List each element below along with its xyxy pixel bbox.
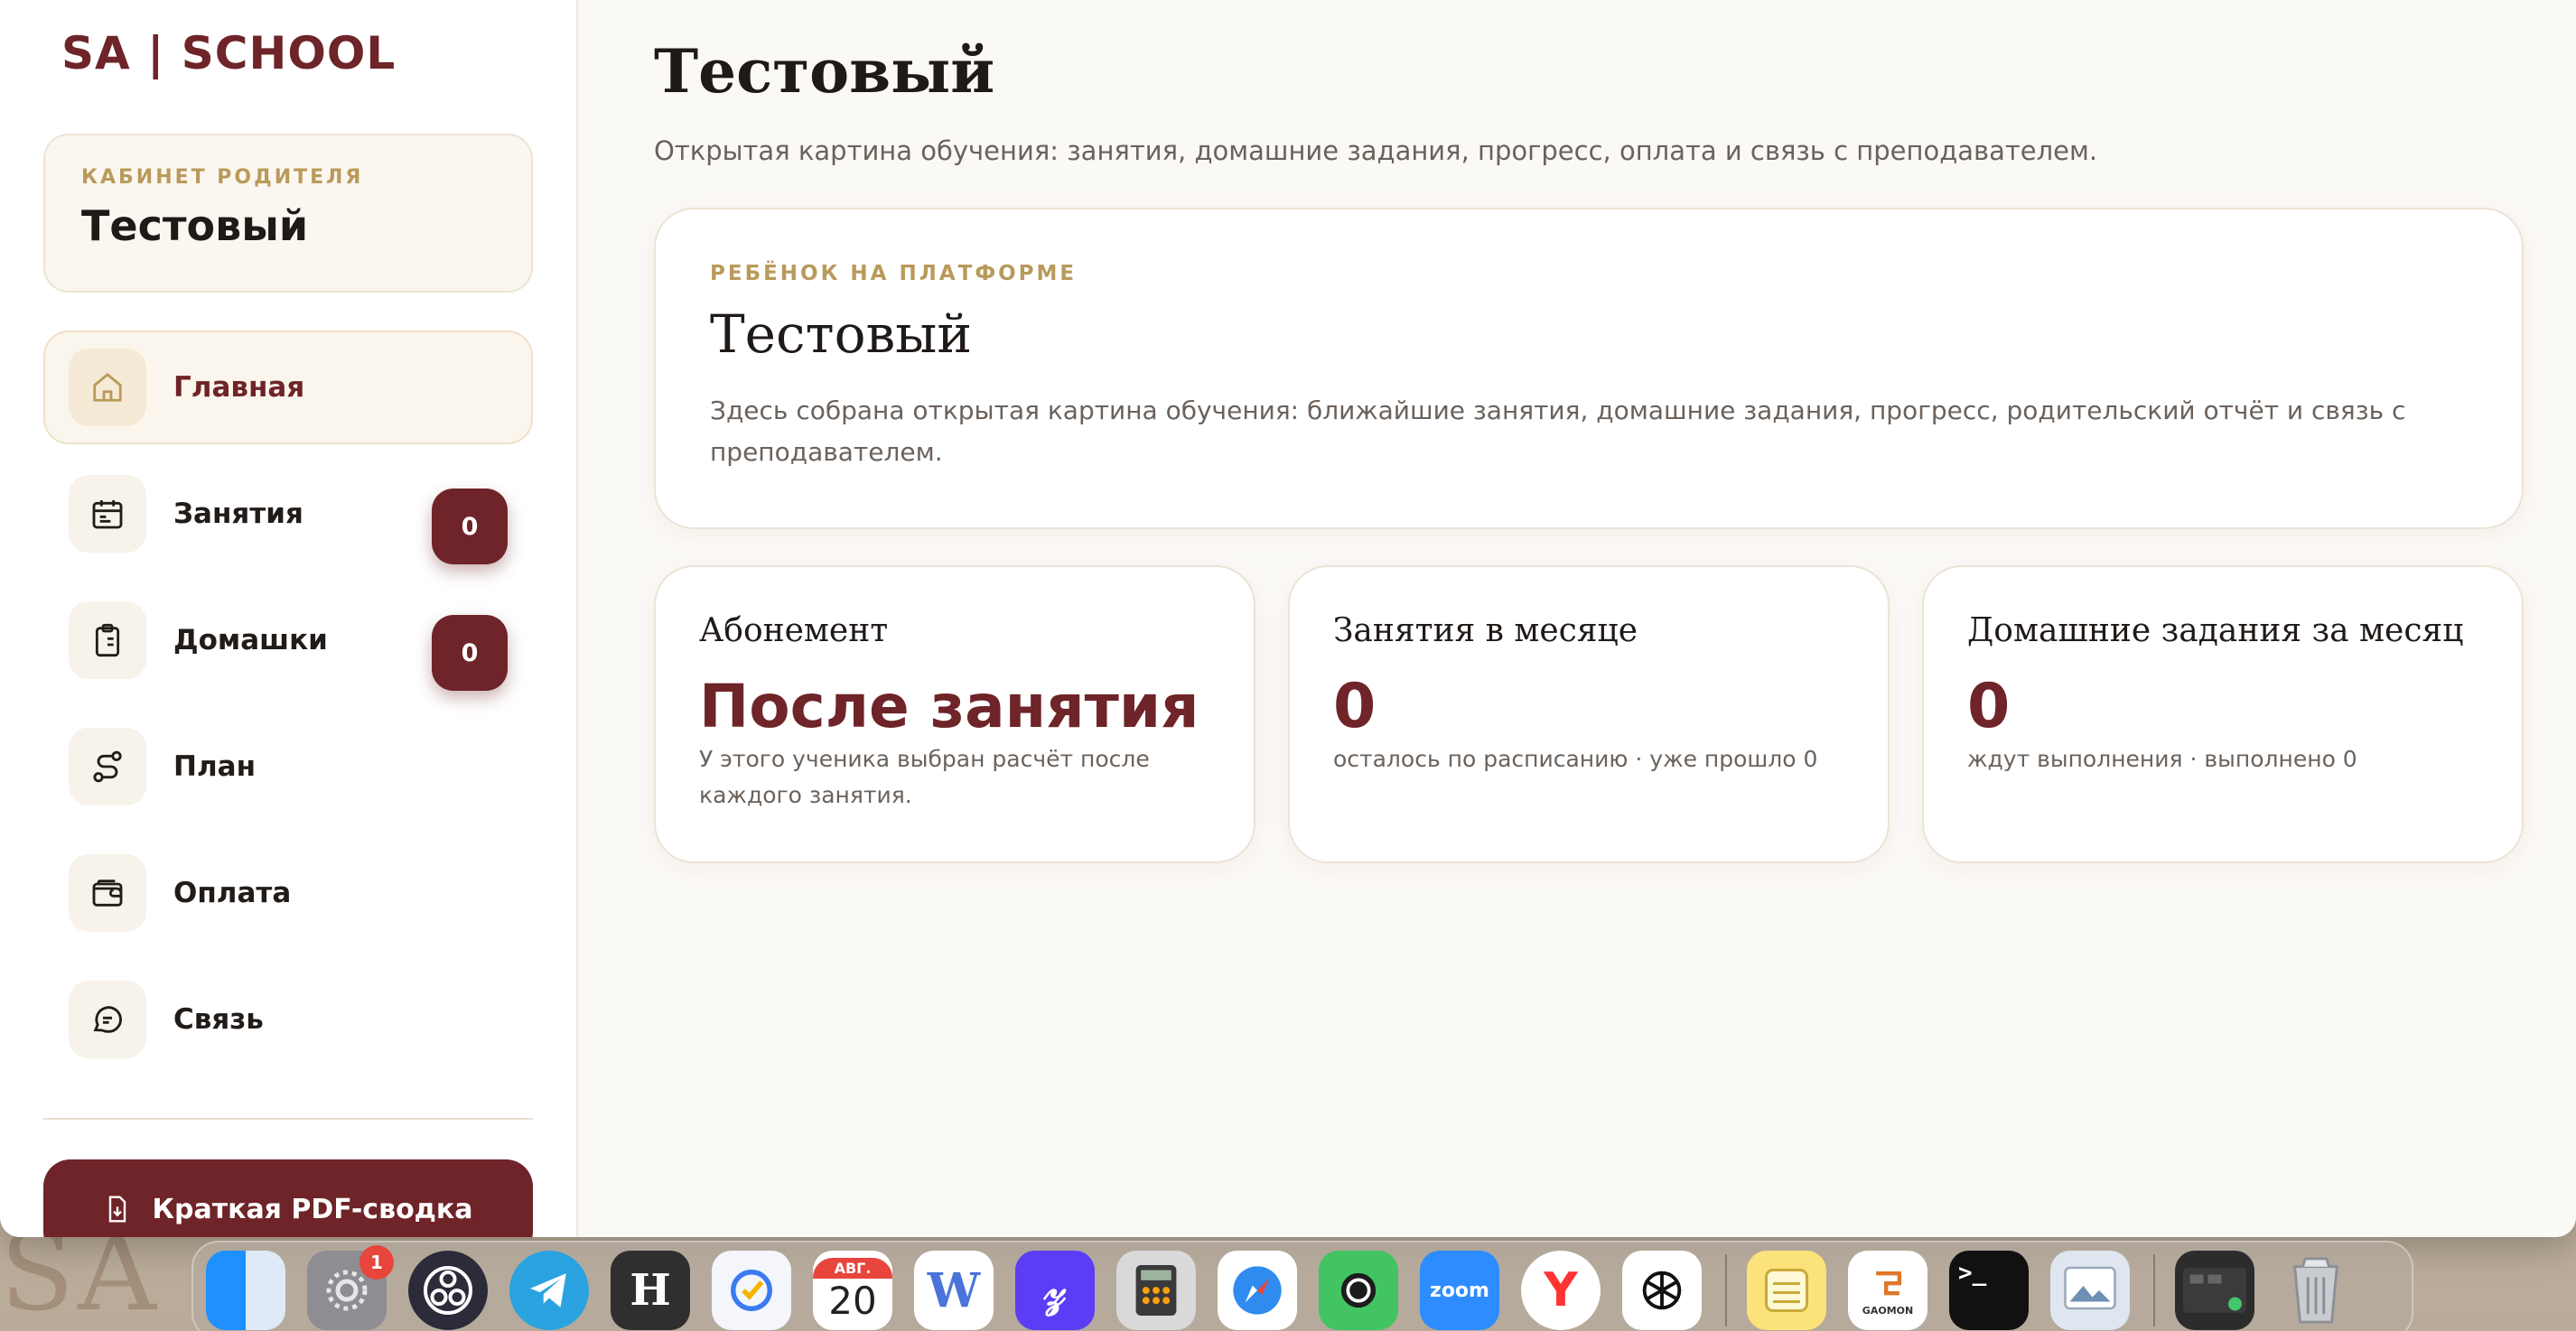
pdf-summary-button[interactable]: Краткая PDF-сводка (43, 1159, 533, 1237)
calculator-icon[interactable] (1116, 1251, 1196, 1330)
sidebar-item-homework[interactable]: Домашки 0 (43, 583, 533, 697)
dock-separator (1725, 1254, 1727, 1326)
stat-value: 0 (1967, 671, 2011, 742)
stat-label: Занятия в месяце (1333, 612, 1638, 649)
zoom-icon[interactable]: zoom (1420, 1251, 1499, 1330)
stat-value: После занятия (699, 672, 1199, 741)
homework-count-badge: 0 (432, 615, 508, 691)
notes-icon[interactable] (1747, 1251, 1826, 1330)
obs-icon[interactable] (408, 1251, 488, 1330)
stat-note: ждут выполнения · выполнено 0 (1967, 746, 2357, 772)
wallet-icon (69, 854, 146, 932)
stat-label: Домашние задания за месяц (1967, 612, 2464, 649)
pen-app-icon[interactable]: 𝓏 (1015, 1251, 1095, 1330)
calendar-app-icon[interactable]: АВГ. 20 (813, 1251, 892, 1330)
stat-label: Абонемент (699, 612, 889, 649)
macos-dock: 1 H АВГ. 20 W 𝓏 zoom Y GAOMON >_ (191, 1241, 2413, 1331)
tasks-icon[interactable] (712, 1251, 791, 1330)
chat-icon (69, 981, 146, 1058)
parent-account-card: КАБИНЕТ РОДИТЕЛЯ Тестовый (43, 134, 533, 293)
terminal-icon[interactable]: >_ (1949, 1251, 2029, 1330)
sidebar-item-plan[interactable]: План (43, 710, 533, 824)
preview-icon[interactable] (2050, 1251, 2130, 1330)
lessons-count-badge: 0 (432, 489, 508, 564)
sidebar: SA | SCHOOL КАБИНЕТ РОДИТЕЛЯ Тестовый Гл… (0, 0, 578, 1237)
sidebar-item-label: Занятия (173, 498, 303, 530)
child-overview-card: РЕБЁНОК НА ПЛАТФОРМЕ Тестовый Здесь собр… (654, 208, 2524, 529)
stat-note: осталось по расписанию · уже прошло 0 (1333, 746, 1818, 772)
calendar-month-label: АВГ. (813, 1258, 892, 1279)
sidebar-item-label: Связь (173, 1003, 264, 1036)
app-window: SA | SCHOOL КАБИНЕТ РОДИТЕЛЯ Тестовый Гл… (0, 0, 2576, 1237)
page-subtitle: Открытая картина обучения: занятия, дома… (654, 135, 2098, 166)
homework-month-stat-card: Домашние задания за месяц 0 ждут выполне… (1922, 565, 2524, 863)
home-icon (69, 349, 146, 426)
stat-value: 0 (1333, 671, 1377, 742)
route-icon (69, 728, 146, 805)
child-card-title: Тестовый (710, 303, 972, 365)
settings-notification-badge: 1 (359, 1245, 394, 1280)
clipboard-icon (69, 601, 146, 679)
lessons-month-stat-card: Занятия в месяце 0 осталось по расписани… (1288, 565, 1890, 863)
subscription-stat-card: Абонемент После занятия У этого ученика … (654, 565, 1255, 863)
sidebar-item-payment[interactable]: Оплата (43, 836, 533, 950)
gaomon-icon[interactable]: GAOMON (1848, 1251, 1927, 1330)
sidebar-divider (43, 1118, 533, 1120)
stat-note: У этого ученика выбран расчёт после кажд… (699, 746, 1150, 808)
telegram-icon[interactable] (509, 1251, 589, 1330)
sidebar-item-home[interactable]: Главная (43, 330, 533, 444)
parent-card-name: Тестовый (81, 201, 309, 250)
word-icon[interactable]: W (914, 1251, 994, 1330)
pdf-summary-label: Краткая PDF-сводка (152, 1193, 473, 1225)
gaomon-label: GAOMON (1862, 1304, 1914, 1317)
calendar-icon (69, 475, 146, 553)
sidebar-item-label: Оплата (173, 877, 292, 909)
sidebar-item-label: Домашки (173, 624, 328, 656)
parent-card-kicker: КАБИНЕТ РОДИТЕЛЯ (81, 166, 364, 189)
sidebar-item-label: Главная (173, 371, 305, 404)
sidebar-item-label: План (173, 750, 256, 783)
finder-icon[interactable] (206, 1251, 285, 1330)
system-settings-icon[interactable]: 1 (307, 1245, 394, 1330)
page-title: Тестовый (654, 36, 995, 107)
dock-separator (2153, 1254, 2155, 1326)
vpn-icon[interactable] (1319, 1251, 1398, 1330)
sidebar-item-lessons[interactable]: Занятия 0 (43, 457, 533, 571)
brand-logo[interactable]: SA | SCHOOL (61, 27, 396, 79)
screen-thumbnail-icon[interactable] (2175, 1251, 2254, 1330)
child-card-description: Здесь собрана открытая картина обучения:… (710, 396, 2406, 467)
child-card-kicker: РЕБЁНОК НА ПЛАТФОРМЕ (710, 262, 1078, 285)
trash-icon[interactable] (2276, 1251, 2356, 1330)
chatgpt-icon[interactable] (1622, 1251, 1702, 1330)
file-download-icon (109, 1196, 126, 1223)
sidebar-nav: Главная Занятия 0 Домашки 0 План Оплата … (43, 330, 533, 1089)
safari-icon[interactable] (1218, 1251, 1297, 1330)
yandex-browser-icon[interactable]: Y (1521, 1251, 1601, 1330)
sidebar-item-contact[interactable]: Связь (43, 963, 533, 1076)
h-app-icon[interactable]: H (611, 1251, 690, 1330)
main-content: Тестовый Открытая картина обучения: заня… (578, 0, 2576, 1237)
calendar-day-label: 20 (828, 1279, 877, 1323)
